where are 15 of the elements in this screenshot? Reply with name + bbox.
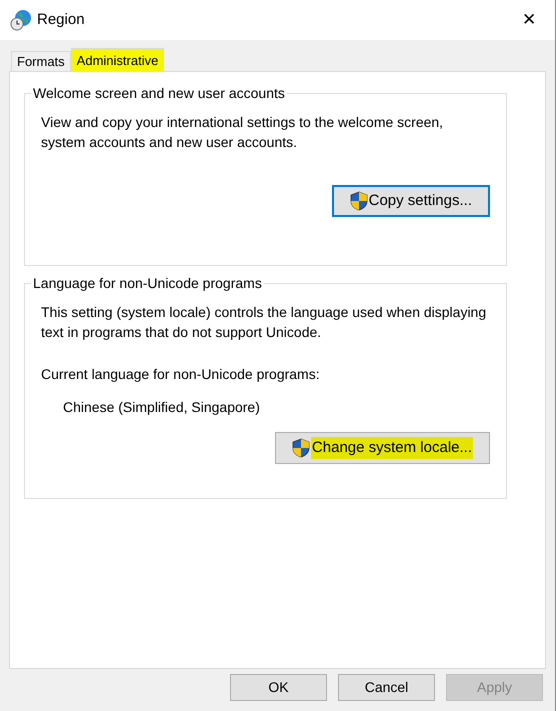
dialog-button[interactable]: Cancel xyxy=(338,674,435,701)
tab[interactable]: Administrative xyxy=(70,48,164,72)
shield-button[interactable]: Copy settings... xyxy=(332,185,490,217)
window-title: Region xyxy=(37,10,85,30)
dialog-button[interactable]: OK xyxy=(230,674,327,701)
tab[interactable]: Formats xyxy=(11,51,71,71)
globe-clock-icon xyxy=(10,9,32,31)
shield-icon xyxy=(292,438,310,458)
field-label: Current language for non-Unicode programs: xyxy=(41,365,321,384)
description-text: This setting (system locale) controls the language used when displaying text in programs that do not support Unicode. xyxy=(41,303,488,342)
current-language: Chinese (Simplified, Singapore) xyxy=(63,398,261,417)
description-text: View and copy your international settings to the welcome screen, system accounts and new user accounts. xyxy=(41,113,444,152)
shield-icon xyxy=(350,191,368,211)
close-button[interactable]: ✕ xyxy=(517,7,541,33)
shield-button[interactable]: Change system locale... xyxy=(274,432,490,464)
